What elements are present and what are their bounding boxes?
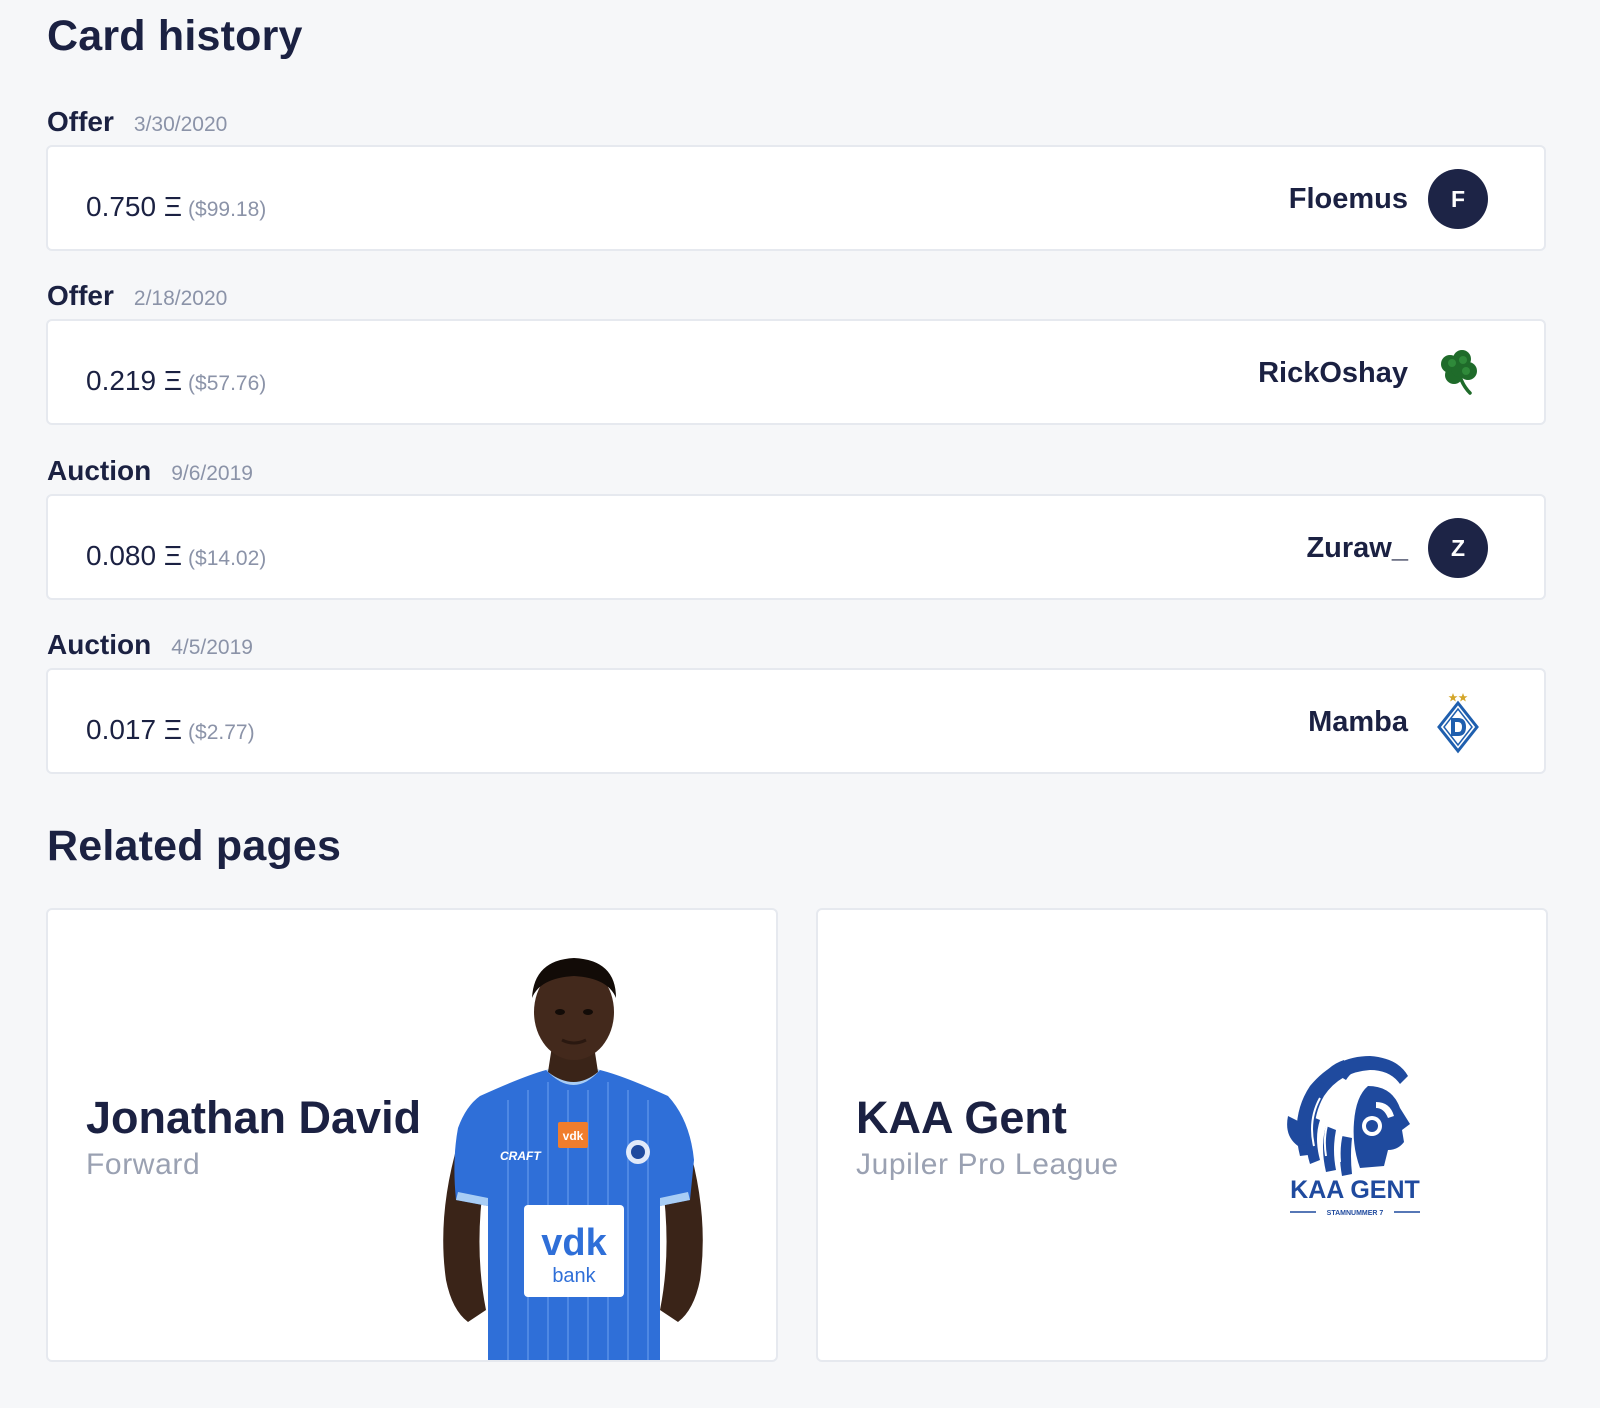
avatar[interactable]: Z: [1428, 518, 1488, 578]
related-pages-title: Related pages: [47, 822, 342, 870]
price-usd: ($2.77): [188, 721, 255, 744]
related-club-card[interactable]: KAA Gent Jupiler Pro League KAA GENT STA…: [816, 908, 1548, 1362]
shirt-badge-text: vdk: [563, 1129, 584, 1143]
shamrock-icon[interactable]: [1428, 343, 1488, 403]
transaction-date: 2/18/2020: [133, 287, 228, 310]
player-photo: vdk CRAFT vdk bank: [443, 958, 703, 1360]
transaction-date: 4/5/2019: [171, 636, 253, 659]
price-eth: 0.219 Ξ: [86, 365, 183, 396]
user[interactable]: RickOshay: [1258, 343, 1488, 403]
transaction-type: Auction: [47, 629, 152, 660]
transaction-type: Offer: [47, 280, 114, 311]
history-entry-card[interactable]: 0.017 Ξ ($2.77) Mamba: [46, 668, 1546, 774]
dynamo-crest-icon[interactable]: [1428, 692, 1488, 754]
price: 0.017 Ξ ($2.77): [86, 714, 255, 746]
transaction-type: Auction: [47, 455, 152, 486]
shirt-sponsor: vdk: [541, 1222, 607, 1264]
related-club-text: KAA Gent Jupiler Pro League: [856, 1092, 1119, 1182]
price-eth: 0.017 Ξ: [86, 714, 183, 745]
club-logo-text: KAA GENT: [1290, 1176, 1420, 1204]
history-entry-header: Offer 3/30/2020: [47, 106, 227, 142]
price-eth: 0.080 Ξ: [86, 540, 183, 571]
price: 0.219 Ξ ($57.76): [86, 365, 266, 397]
player-name: Jonathan David: [86, 1092, 422, 1143]
username-link[interactable]: RickOshay: [1258, 357, 1408, 390]
avatar[interactable]: F: [1428, 169, 1488, 229]
transaction-type: Offer: [47, 106, 114, 137]
price-usd: ($14.02): [188, 547, 267, 570]
username-link[interactable]: Mamba: [1308, 706, 1408, 739]
username-link[interactable]: Floemus: [1289, 183, 1408, 216]
user[interactable]: Mamba: [1308, 692, 1488, 754]
price: 0.750 Ξ ($99.18): [86, 191, 266, 223]
shirt-sponsor-sub: bank: [552, 1265, 596, 1287]
club-name: KAA Gent: [856, 1092, 1067, 1143]
price-eth: 0.750 Ξ: [86, 191, 183, 222]
history-entry-card[interactable]: 0.219 Ξ ($57.76) RickOshay: [46, 319, 1546, 425]
history-entry-header: Auction 4/5/2019: [47, 629, 253, 665]
user[interactable]: Zuraw_ Z: [1306, 518, 1488, 578]
club-logo-subtext: STAMNUMMER 7: [1327, 1210, 1384, 1217]
history-entry-header: Auction 9/6/2019: [47, 455, 253, 491]
price: 0.080 Ξ ($14.02): [86, 540, 266, 572]
price-usd: ($99.18): [188, 198, 267, 221]
transaction-date: 9/6/2019: [171, 462, 253, 485]
card-history-title: Card history: [47, 12, 303, 60]
price-usd: ($57.76): [188, 372, 267, 395]
history-entry-header: Offer 2/18/2020: [47, 280, 227, 316]
history-entry-card[interactable]: 0.750 Ξ ($99.18) Floemus F: [46, 145, 1546, 251]
kaa-gent-logo: KAA GENT STAMNUMMER 7: [1287, 1056, 1420, 1217]
user[interactable]: Floemus F: [1289, 169, 1488, 229]
history-entry-card[interactable]: 0.080 Ξ ($14.02) Zuraw_ Z: [46, 494, 1546, 600]
related-player-card[interactable]: Jonathan David Forward vdk CRAFT vdk ban…: [46, 908, 778, 1362]
related-player-text: Jonathan David Forward: [86, 1092, 421, 1182]
shirt-brand: CRAFT: [500, 1149, 542, 1163]
username-link[interactable]: Zuraw_: [1306, 532, 1408, 565]
transaction-date: 3/30/2020: [133, 113, 228, 136]
club-league: Jupiler Pro League: [856, 1148, 1119, 1181]
player-position: Forward: [86, 1148, 201, 1181]
